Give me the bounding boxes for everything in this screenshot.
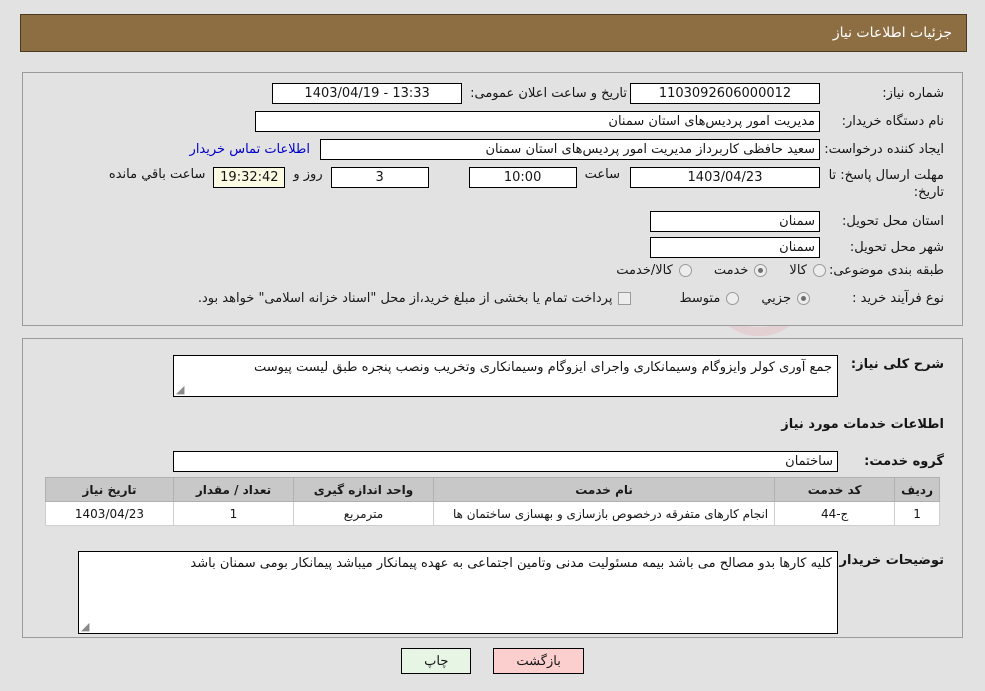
back-button[interactable]: بازگشت: [493, 648, 584, 674]
category-option-kala-label: کالا: [789, 263, 807, 278]
creator-label: ایجاد کننده درخواست:: [824, 142, 944, 157]
buyer-notes-value[interactable]: کلیه کارها بدو مصالح می باشد بیمه مسئولی…: [78, 551, 838, 634]
need-description-label: شرح کلی نیاز:: [850, 357, 944, 372]
cell-qty: 1: [173, 501, 294, 526]
process-option-motavaset[interactable]: متوسط: [679, 291, 740, 306]
process-type-label: نوع فرآیند خرید :: [852, 291, 944, 306]
need-info-panel: شماره نیاز: 1103092606000012 تاریخ و ساع…: [22, 72, 963, 326]
deadline-label: مهلت ارسال پاسخ: تا تاریخ:: [828, 168, 944, 200]
table-row: 1 ج-44 انجام کارهای متفرقه درخصوص بازساز…: [45, 501, 940, 526]
buyer-notes-row: توضیحات خریدار: کلیه کارها بدو مصالح می …: [78, 551, 944, 634]
process-option-jozei[interactable]: جزیي: [761, 291, 810, 306]
deadline-time-value: 10:00: [468, 167, 577, 188]
deadline-time-label: ساعت: [584, 167, 620, 182]
treasury-note-label: پرداخت تمام یا بخشی از مبلغ خرید،از محل …: [197, 291, 613, 306]
cell-unit: مترمربع: [293, 501, 434, 526]
process-type-row: نوع فرآیند خرید : جزیي متوسط پرداخت تمام…: [176, 291, 944, 306]
cell-name: انجام کارهای متفرقه درخصوص بازسازی و بهس…: [432, 501, 776, 526]
buyer-org-value: مدیریت امور پردیس‌های استان سمنان: [255, 111, 820, 132]
category-option-kala[interactable]: کالا: [789, 263, 826, 278]
need-number-value: 1103092606000012: [630, 83, 820, 104]
process-option-jozei-label: جزیي: [761, 291, 791, 306]
cell-row: 1: [894, 501, 940, 526]
delivery-province-value: سمنان: [650, 211, 820, 232]
radio-motavaset-icon[interactable]: [726, 292, 740, 305]
need-description-value[interactable]: جمع آوری کولر وایزوگام وسیمانکاری واجرای…: [173, 355, 838, 397]
treasury-checkbox-icon[interactable]: [618, 292, 632, 305]
remaining-days-value: 3: [330, 167, 429, 188]
buyer-contact-link[interactable]: اطلاعات تماس خریدار: [190, 142, 310, 157]
buyer-org-row: نام دستگاه خریدار: مدیریت امور پردیس‌های…: [255, 111, 944, 132]
table-header-row: ردیف کد خدمت نام خدمت واحد اندازه گیری ت…: [45, 477, 940, 502]
page-header: جزئیات اطلاعات نیاز: [20, 14, 967, 52]
services-section-title: اطلاعات خدمات مورد نیاز: [781, 417, 944, 432]
resize-grip-icon[interactable]: ◢: [176, 384, 186, 395]
need-description-text: جمع آوری کولر وایزوگام وسیمانکاری واجرای…: [253, 360, 832, 375]
print-button[interactable]: چاپ: [401, 648, 472, 674]
buyer-notes-label: توضیحات خریدار:: [834, 553, 944, 568]
delivery-city-row: شهر محل تحویل: سمنان: [650, 237, 944, 258]
deadline-row: مهلت ارسال پاسخ: تا تاریخ: 1403/04/23 سا…: [109, 167, 944, 201]
category-option-khedmat-label: خدمت: [713, 263, 749, 278]
items-table: ردیف کد خدمت نام خدمت واحد اندازه گیری ت…: [45, 477, 940, 526]
creator-value: سعید حافظی کاربرداز مدیریت امور پردیس‌ها…: [320, 139, 820, 160]
delivery-city-label: شهر محل تحویل:: [849, 240, 944, 255]
col-unit: واحد اندازه گیری: [293, 477, 434, 502]
buyer-org-label: نام دستگاه خریدار:: [841, 114, 944, 129]
delivery-city-value: سمنان: [650, 237, 820, 258]
treasury-checkbox-wrap[interactable]: پرداخت تمام یا بخشی از مبلغ خرید،از محل …: [198, 291, 632, 306]
cell-code: ج-44: [774, 501, 896, 526]
service-group-label: گروه خدمت:: [864, 454, 944, 469]
delivery-province-label: استان محل تحویل:: [842, 214, 944, 229]
notes-resize-grip-icon[interactable]: ◢: [81, 621, 91, 632]
category-row: طبقه بندی موضوعی: کالا خدمت کالا/خدمت: [594, 263, 944, 278]
need-number-label: شماره نیاز:: [882, 86, 944, 101]
radio-khedmat-icon[interactable]: [754, 264, 768, 277]
category-option-khedmat[interactable]: خدمت: [714, 263, 768, 278]
remaining-suffix: ساعت باقي مانده: [108, 167, 206, 182]
category-label: طبقه بندی موضوعی:: [828, 263, 944, 278]
radio-kala-icon[interactable]: [813, 264, 826, 277]
page-title: جزئیات اطلاعات نیاز: [832, 25, 952, 41]
category-option-kala-khedmat-label: کالا/خدمت: [616, 263, 673, 278]
deadline-date-value: 1403/04/23: [630, 167, 820, 188]
col-qty: تعداد / مقدار: [173, 477, 294, 502]
announce-datetime-label: تاریخ و ساعت اعلان عمومی:: [470, 86, 627, 101]
radio-kala-khedmat-icon[interactable]: [678, 264, 692, 277]
category-option-kala-khedmat[interactable]: کالا/خدمت: [616, 263, 692, 278]
col-name: نام خدمت: [432, 477, 776, 502]
col-code: کد خدمت: [774, 477, 896, 502]
announce-datetime-row: تاریخ و ساعت اعلان عمومی: 13:33 - 1403/0…: [272, 83, 627, 104]
service-group-row: گروه خدمت: ساختمان: [173, 451, 944, 472]
buyer-notes-text: کلیه کارها بدو مصالح می باشد بیمه مسئولی…: [190, 556, 832, 571]
creator-row: ایجاد کننده درخواست: سعید حافظی کاربرداز…: [190, 139, 944, 160]
radio-jozei-icon[interactable]: [797, 292, 810, 305]
action-buttons: بازگشت چاپ: [0, 648, 985, 674]
service-group-value: ساختمان: [173, 451, 838, 472]
page-root: AriaTender.net جزئیات اطلاعات نیاز شماره…: [0, 0, 985, 691]
remaining-days-unit: روز و: [293, 167, 323, 182]
need-number-row: شماره نیاز: 1103092606000012: [630, 83, 944, 104]
remaining-clock-value: 19:32:42: [213, 167, 286, 188]
announce-datetime-value: 13:33 - 1403/04/19: [272, 83, 463, 104]
col-row: ردیف: [894, 477, 940, 502]
process-option-motavaset-label: متوسط: [679, 291, 721, 306]
cell-need-date: 1403/04/23: [45, 501, 174, 526]
col-need-date: تاریخ نیاز: [45, 477, 174, 502]
delivery-province-row: استان محل تحویل: سمنان: [650, 211, 944, 232]
need-description-row: شرح کلی نیاز: جمع آوری کولر وایزوگام وسی…: [173, 355, 944, 397]
